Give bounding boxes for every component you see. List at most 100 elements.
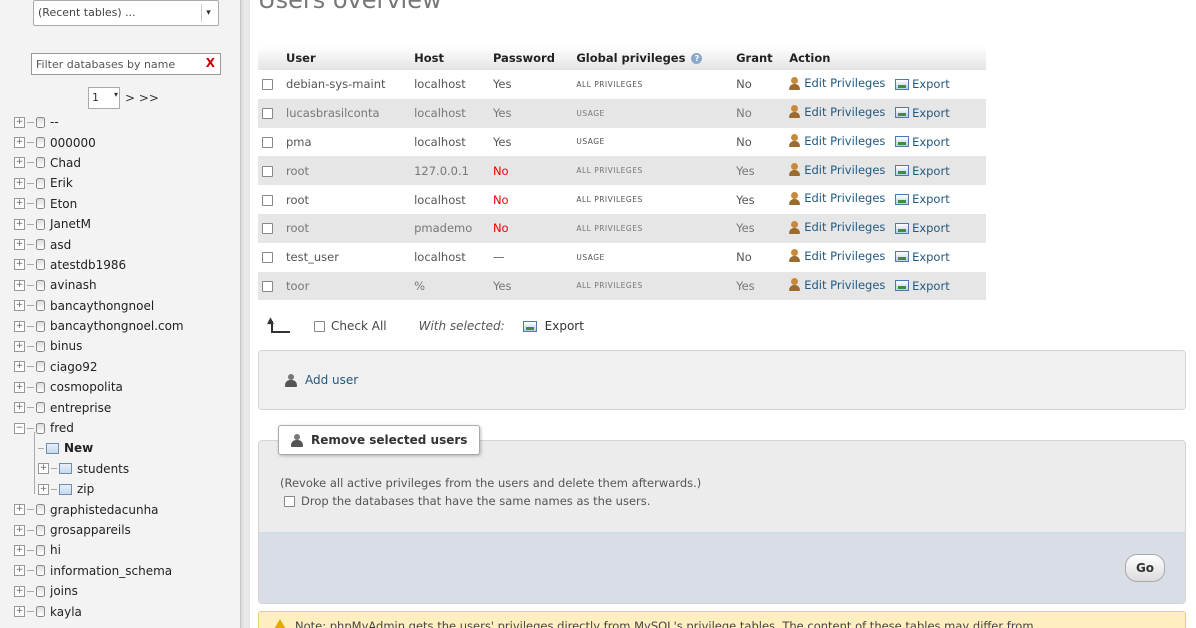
table-item-new[interactable]: New: [14, 438, 238, 458]
go-button[interactable]: Go: [1125, 554, 1165, 582]
row-checkbox[interactable]: [262, 165, 273, 177]
expand-icon[interactable]: +: [38, 483, 49, 495]
next-page-links[interactable]: > >>: [125, 91, 159, 105]
header-host[interactable]: Host: [410, 46, 489, 70]
database-item[interactable]: + entreprise: [14, 397, 238, 417]
edit-privileges-link[interactable]: Edit Privileges: [789, 76, 885, 90]
row-checkbox[interactable]: [262, 194, 273, 206]
add-user-link[interactable]: Add user: [285, 373, 358, 387]
table-row[interactable]: root 127.0.0.1 No ALL PRIVILEGES Yes Edit Pri…: [258, 156, 986, 186]
database-item[interactable]: + bancaythongnoel.com: [14, 316, 238, 336]
navigation-resizer[interactable]: [240, 0, 250, 628]
table-row[interactable]: test_user localhost — USAGE No Edit Privilege…: [258, 242, 986, 272]
database-item[interactable]: + Eton: [14, 194, 238, 214]
drop-databases-checkbox[interactable]: [284, 495, 295, 507]
edit-privileges-link[interactable]: Edit Privileges: [789, 134, 885, 148]
table-row[interactable]: toor% Yes ALL PRIVILEGES Yes Edit Privileges…: [258, 271, 986, 301]
database-item[interactable]: + information_schema: [14, 561, 238, 581]
row-select-cell[interactable]: [258, 98, 282, 128]
export-link[interactable]: Export: [895, 106, 950, 120]
check-all-checkbox[interactable]: [314, 320, 325, 332]
recent-tables-select[interactable]: (Recent tables) ... ▾: [33, 0, 219, 26]
expand-icon[interactable]: +: [14, 157, 25, 169]
expand-icon[interactable]: +: [14, 606, 25, 618]
expand-icon[interactable]: +: [14, 381, 25, 393]
export-link[interactable]: Export: [895, 164, 950, 178]
database-item[interactable]: +000000: [14, 132, 238, 152]
edit-privileges-link[interactable]: Edit Privileges: [789, 278, 885, 292]
collapse-icon[interactable]: −: [14, 422, 25, 434]
expand-icon[interactable]: +: [14, 565, 25, 577]
database-item[interactable]: + atestdb1986: [14, 255, 238, 275]
row-select-cell[interactable]: [258, 127, 282, 157]
expand-icon[interactable]: +: [14, 504, 25, 516]
edit-privileges-link[interactable]: Edit Privileges: [789, 163, 885, 177]
database-item[interactable]: + grosappareils: [14, 520, 238, 540]
export-link[interactable]: Export: [895, 77, 950, 91]
row-checkbox[interactable]: [262, 280, 273, 292]
expand-icon[interactable]: +: [14, 544, 25, 556]
expand-icon[interactable]: +: [14, 279, 25, 291]
database-item[interactable]: + avinash: [14, 275, 238, 295]
bulk-export-button[interactable]: Export: [522, 319, 584, 333]
table-row[interactable]: debian-sys-maint localhost Yes ALL PRIVILEG…: [258, 70, 986, 99]
row-checkbox[interactable]: [262, 108, 273, 120]
database-item-fred[interactable]: − fred: [14, 418, 238, 438]
row-select-cell[interactable]: [258, 242, 282, 272]
table-item[interactable]: + students: [14, 459, 238, 479]
database-item[interactable]: + binus: [14, 336, 238, 356]
expand-icon[interactable]: +: [14, 177, 25, 189]
export-link[interactable]: Export: [895, 135, 950, 149]
header-password[interactable]: Password: [488, 46, 573, 70]
row-checkbox[interactable]: [262, 79, 273, 91]
expand-icon[interactable]: +: [14, 361, 25, 373]
header-global-privileges[interactable]: Global privileges?: [572, 46, 733, 70]
database-item[interactable]: + Chad: [14, 153, 238, 173]
database-item[interactable]: + bancaythongnoel: [14, 296, 238, 316]
expand-icon[interactable]: +: [14, 524, 25, 536]
expand-icon[interactable]: +: [14, 239, 25, 251]
expand-icon[interactable]: +: [38, 463, 49, 475]
database-item[interactable]: + joins: [14, 581, 238, 601]
row-select-cell[interactable]: [258, 185, 282, 214]
info-icon[interactable]: ?: [691, 53, 703, 64]
export-link[interactable]: Export: [895, 192, 950, 206]
export-link[interactable]: Export: [895, 221, 950, 235]
expand-icon[interactable]: +: [14, 259, 25, 271]
clear-filter-icon[interactable]: X: [206, 56, 215, 70]
drop-databases-option[interactable]: Drop the databases that have the same na…: [284, 494, 650, 508]
expand-icon[interactable]: +: [14, 402, 25, 414]
edit-privileges-link[interactable]: Edit Privileges: [789, 220, 885, 234]
header-user[interactable]: User: [282, 46, 411, 70]
database-item[interactable]: + JanetM: [14, 214, 238, 234]
expand-icon[interactable]: +: [14, 137, 25, 149]
row-select-cell[interactable]: [258, 213, 282, 243]
row-select-cell[interactable]: [258, 271, 282, 301]
database-item[interactable]: + asd: [14, 234, 238, 254]
filter-databases-input[interactable]: Filter databases by name X: [31, 53, 221, 75]
export-link[interactable]: Export: [895, 250, 950, 264]
database-item[interactable]: + kayla: [14, 601, 238, 621]
row-select-cell[interactable]: [258, 156, 282, 186]
expand-icon[interactable]: +: [14, 198, 25, 210]
expand-icon[interactable]: +: [14, 340, 25, 352]
table-row[interactable]: lucasbrasilconta localhost Yes USAGE No Edit …: [258, 98, 986, 128]
row-checkbox[interactable]: [262, 252, 273, 264]
row-checkbox[interactable]: [262, 223, 273, 235]
database-item[interactable]: + --: [14, 112, 238, 132]
database-item[interactable]: + Erik: [14, 173, 238, 193]
expand-icon[interactable]: +: [14, 218, 25, 230]
row-select-cell[interactable]: [258, 70, 282, 99]
table-row[interactable]: root localhost No ALL PRIVILEGES Yes Edit Pri…: [258, 185, 986, 214]
header-grant[interactable]: Grant: [732, 46, 786, 70]
database-item[interactable]: + ciago92: [14, 357, 238, 377]
check-all[interactable]: Check All: [314, 319, 387, 333]
edit-privileges-link[interactable]: Edit Privileges: [789, 105, 885, 119]
expand-icon[interactable]: +: [14, 585, 25, 597]
expand-icon[interactable]: +: [14, 320, 25, 332]
table-row[interactable]: pma localhost Yes USAGE No Edit Privileges Ex…: [258, 127, 986, 157]
database-item[interactable]: + cosmopolita: [14, 377, 238, 397]
row-checkbox[interactable]: [262, 136, 273, 148]
expand-icon[interactable]: +: [14, 116, 25, 128]
database-item[interactable]: + hi: [14, 540, 238, 560]
